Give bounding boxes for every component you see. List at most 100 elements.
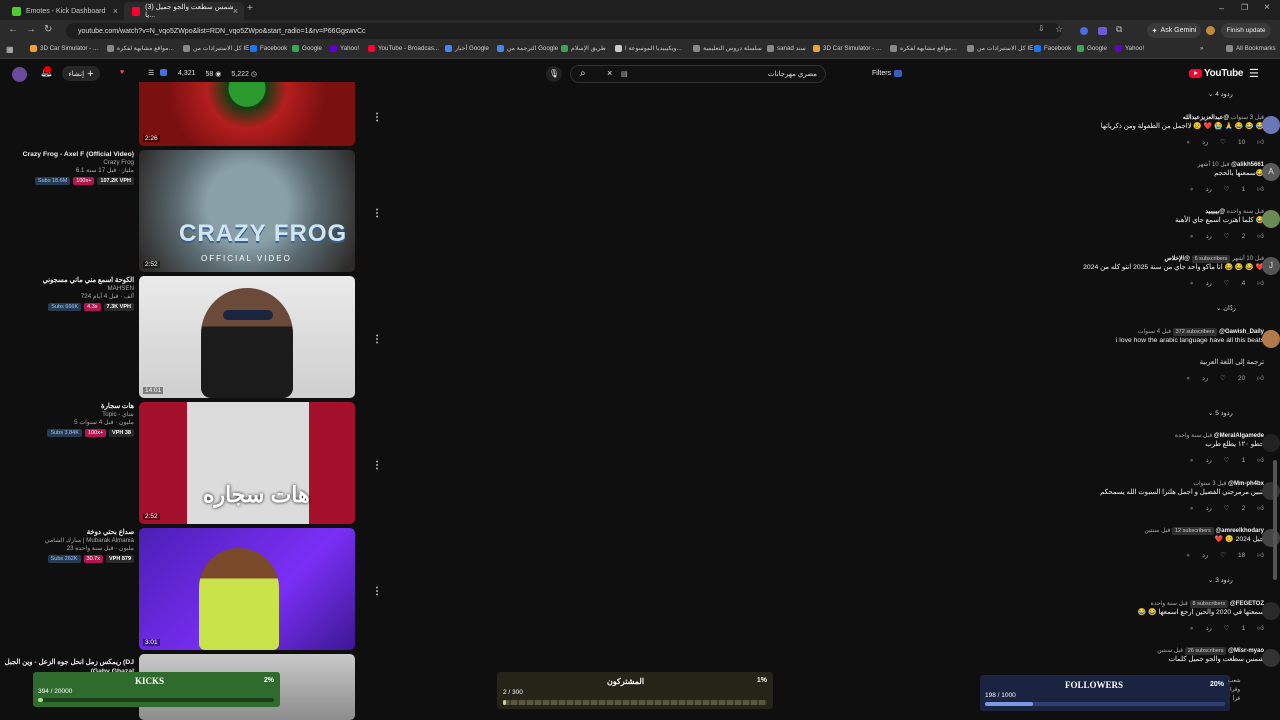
bookmark-item[interactable]: مواقع مشابهة لفكرة... [107, 45, 174, 52]
replies-toggle[interactable]: ⌄ 4 ردود [1208, 90, 1233, 98]
install-icon[interactable]: ⇩ [1038, 24, 1045, 33]
comment-author[interactable]: @بيبيبيد [1205, 209, 1225, 215]
avatar[interactable] [1262, 210, 1280, 228]
comment-time[interactable]: قبل سنة واحدة [1151, 601, 1188, 607]
avatar[interactable] [1262, 330, 1280, 348]
translate-link[interactable]: ترجمة إلى اللغة العربية [864, 358, 1264, 368]
bookmark-item[interactable]: Yahoo! [330, 45, 359, 52]
comment-time[interactable]: قبل سنتين [1144, 528, 1170, 534]
ask-gemini-button[interactable]: ✦ Ask Gemini [1147, 23, 1201, 38]
reply-button[interactable]: رد [1206, 185, 1212, 193]
avatar[interactable] [1262, 649, 1280, 667]
filters-button[interactable]: Filters [866, 66, 908, 81]
more-options-icon[interactable]: ⋮ [372, 334, 382, 345]
video-thumbnail[interactable]: هات سجاره 2:52 [139, 402, 355, 524]
ext-icon[interactable]: ♥ [120, 69, 124, 76]
youtube-logo[interactable]: YouTube [1189, 68, 1244, 79]
bookmark-item[interactable]: ويكيبيديا الموسوعة ا... [615, 45, 682, 52]
video-title[interactable]: Crazy Frog - Axel F (Official Video) [4, 150, 134, 159]
like-icon[interactable]: 👍︎ [1257, 232, 1264, 240]
clear-search-icon[interactable]: × [607, 68, 612, 78]
channel-avatar[interactable] [12, 67, 27, 82]
comment-author[interactable]: @MeralAlgamede [1214, 433, 1264, 439]
page-scrollbar[interactable] [1273, 460, 1277, 580]
bookmark-item[interactable]: sanad سند [767, 45, 806, 52]
keyboard-icon[interactable]: ▤ [621, 70, 628, 78]
like-icon[interactable]: 👍︎ [1257, 624, 1264, 632]
apps-grid-icon[interactable]: ▦ [6, 45, 14, 54]
star-icon[interactable]: ☆ [1055, 24, 1063, 35]
replies-toggle[interactable]: ⌄ 3 ردود [1208, 576, 1233, 584]
avatar[interactable] [1262, 116, 1280, 134]
bookmark-item[interactable]: كل الاستيرادات من IE [967, 45, 1033, 52]
like-icon[interactable]: 👍︎ [1257, 504, 1264, 512]
playlist-item[interactable]: 2:26 ⋮ [0, 82, 382, 146]
extensions-puzzle-icon[interactable]: ⧉ [1116, 24, 1122, 35]
search-box[interactable]: ⌕ × ▤ مصري مهرجانات [570, 65, 826, 83]
bookmark-item[interactable]: Google [292, 45, 322, 52]
like-icon[interactable]: 👍︎ [1257, 551, 1264, 559]
like-icon[interactable]: 👍︎ [1257, 138, 1264, 146]
tab-kick-dashboard[interactable]: Emotes - Kick Dashboard × [4, 2, 124, 20]
video-thumbnail[interactable]: 2:26 [139, 82, 355, 146]
dislike-icon[interactable]: ♡ [1224, 185, 1230, 193]
more-options-icon[interactable]: ⋮ [372, 112, 382, 123]
video-thumbnail[interactable]: 14:01 [139, 276, 355, 398]
bookmark-item[interactable]: طريق الإسلام [561, 45, 606, 52]
playlist-item[interactable]: هات سجاره 2:52 هات سجارة Topic - شاي 5 مليون… [0, 402, 382, 524]
url-bar[interactable]: youtube.com/watch?v=N_vqo5ZWpo&list=RDN_… [66, 23, 1062, 39]
more-options-icon[interactable]: ⋮ [372, 460, 382, 471]
dislike-icon[interactable]: ♡ [1220, 138, 1226, 146]
reply-button[interactable]: رد [1202, 138, 1208, 146]
extension-icon[interactable] [1098, 27, 1107, 35]
bookmark-item[interactable]: 3D Car Simulator - ... [30, 45, 98, 52]
reply-button[interactable]: رد [1206, 624, 1212, 632]
video-title[interactable]: صداع بحتي دوخة [4, 528, 134, 537]
minimize-icon[interactable]: – [1219, 3, 1224, 13]
avatar[interactable] [1262, 434, 1280, 452]
forward-arrow-icon[interactable]: → [26, 24, 36, 35]
avatar[interactable] [1262, 529, 1280, 547]
ext-menu-icon[interactable]: ☰ [148, 69, 154, 77]
microphone-icon[interactable]: 🎙︎ [546, 66, 562, 82]
playlist-item[interactable]: 14:01 الكوحة اسمع مني ماني مسجوني MAHSEN 72… [0, 276, 382, 398]
dislike-icon[interactable]: ♡ [1220, 374, 1226, 382]
close-icon[interactable]: × [113, 6, 118, 16]
all-bookmarks-folder[interactable]: All Bookmarks [1226, 45, 1276, 52]
avatar[interactable] [1262, 482, 1280, 500]
reply-button[interactable]: رد [1202, 551, 1208, 559]
bookmark-item[interactable]: الترجمة من Google [497, 45, 558, 52]
video-thumbnail[interactable]: CRAZY FROG OFFICIAL VIDEO 2:52 [139, 150, 355, 272]
bookmark-item[interactable]: Facebook [1034, 45, 1071, 52]
comment-author[interactable]: @Gawish_Daily [1219, 329, 1264, 335]
playlist-item[interactable]: CRAZY FROG OFFICIAL VIDEO 2:52 Crazy Frog -… [0, 150, 382, 272]
dislike-icon[interactable]: ♡ [1224, 232, 1230, 240]
reply-button[interactable]: رد [1206, 232, 1212, 240]
avatar[interactable]: J [1262, 257, 1280, 275]
close-icon[interactable]: × [233, 6, 238, 16]
bookmark-item[interactable]: أخبار Google [445, 45, 489, 52]
dislike-icon[interactable]: ♡ [1224, 456, 1230, 464]
video-title[interactable]: هات سجارة [4, 402, 134, 411]
comment-time[interactable]: قبل 10 أشهر [1232, 256, 1264, 262]
search-input[interactable]: مصري مهرجانات [768, 70, 817, 78]
playlist-item[interactable]: 3:01 صداع بحتي دوخة مبارك الشامي | Mubarak… [0, 528, 382, 650]
back-arrow-icon[interactable]: ← [8, 24, 18, 35]
comment-author[interactable]: @الإخلاص [1164, 256, 1189, 262]
new-tab-button[interactable]: + [247, 3, 253, 14]
reload-icon[interactable]: ↻ [44, 24, 52, 35]
bookmark-item[interactable]: 3D Car Simulator - ... [813, 45, 881, 52]
like-icon[interactable]: 👍︎ [1257, 374, 1264, 382]
reply-button[interactable]: رد [1206, 504, 1212, 512]
search-icon[interactable]: ⌕ [580, 68, 586, 79]
comment-author[interactable]: @FEGETOZ [1230, 601, 1264, 607]
comment-time[interactable]: قبل 3 سنوات [1231, 115, 1264, 121]
close-window-icon[interactable]: × [1264, 2, 1270, 13]
video-title[interactable]: الكوحة اسمع مني ماني مسجوني [4, 276, 134, 285]
comment-time[interactable]: قبل 3 سنوات [1193, 481, 1226, 487]
reply-button[interactable]: رد [1202, 374, 1208, 382]
avatar[interactable] [1262, 602, 1280, 620]
dislike-icon[interactable]: ♡ [1224, 279, 1230, 287]
bookmark-item[interactable]: YouTube - Broadcas... [368, 45, 439, 52]
replies-toggle[interactable]: ⌄ ردّان [1216, 304, 1236, 312]
